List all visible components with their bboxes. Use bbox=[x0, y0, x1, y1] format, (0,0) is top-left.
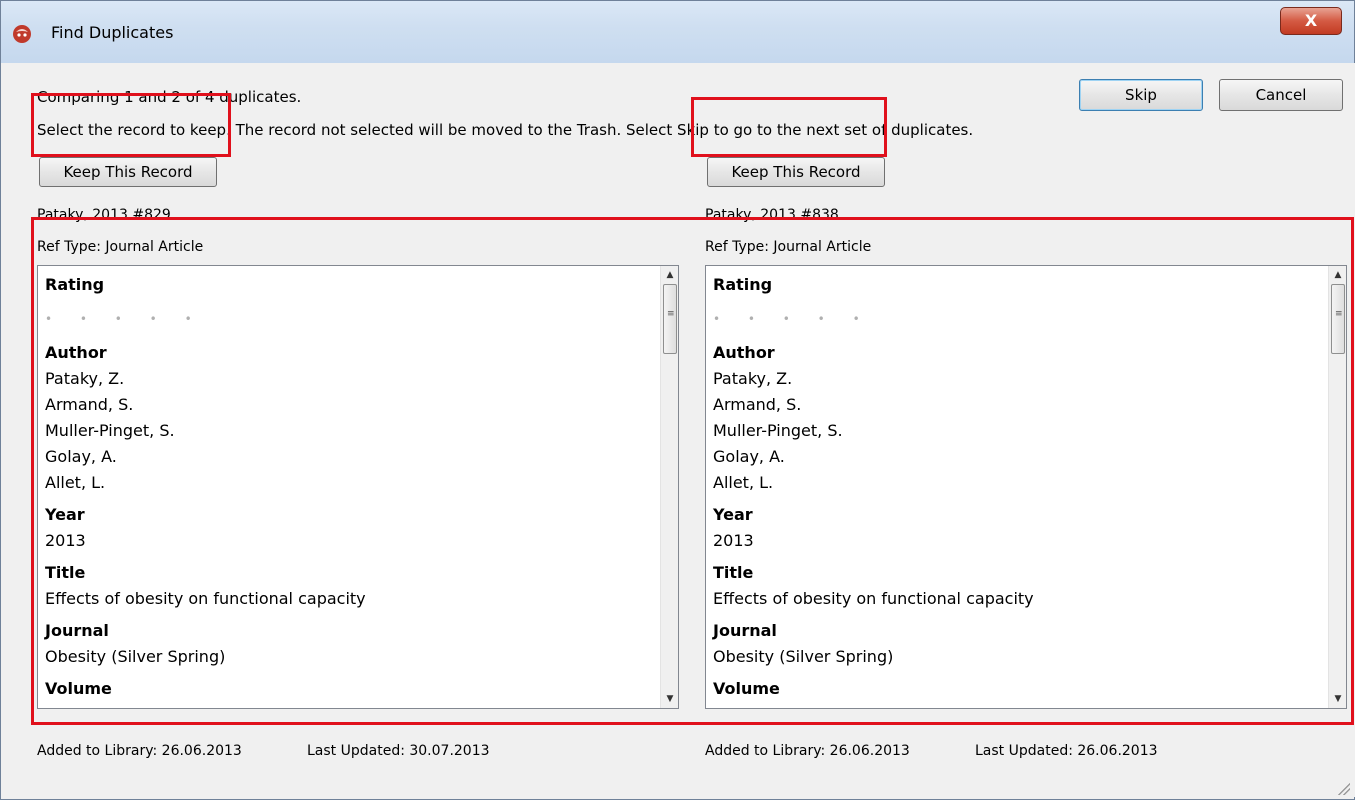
annotation-box-records bbox=[31, 217, 1354, 725]
right-added-date: Added to Library: 26.06.2013 bbox=[705, 743, 910, 759]
left-updated-date: Last Updated: 30.07.2013 bbox=[307, 743, 490, 759]
title-bar: Find Duplicates X bbox=[1, 1, 1354, 63]
cancel-button[interactable]: Cancel bbox=[1219, 79, 1343, 111]
close-button[interactable]: X bbox=[1280, 7, 1342, 35]
annotation-box-right-header bbox=[691, 97, 887, 157]
find-duplicates-window: Find Duplicates X Comparing 1 and 2 of 4… bbox=[0, 0, 1355, 800]
right-updated-date: Last Updated: 26.06.2013 bbox=[975, 743, 1158, 759]
keep-right-record-button[interactable]: Keep This Record bbox=[707, 157, 885, 187]
endnote-app-icon bbox=[13, 25, 31, 43]
left-added-date: Added to Library: 26.06.2013 bbox=[37, 743, 242, 759]
keep-left-record-button[interactable]: Keep This Record bbox=[39, 157, 217, 187]
annotation-box-left-header bbox=[31, 93, 231, 157]
window-title: Find Duplicates bbox=[51, 23, 174, 42]
resize-grip-icon[interactable] bbox=[1338, 783, 1350, 795]
skip-button[interactable]: Skip bbox=[1079, 79, 1203, 111]
